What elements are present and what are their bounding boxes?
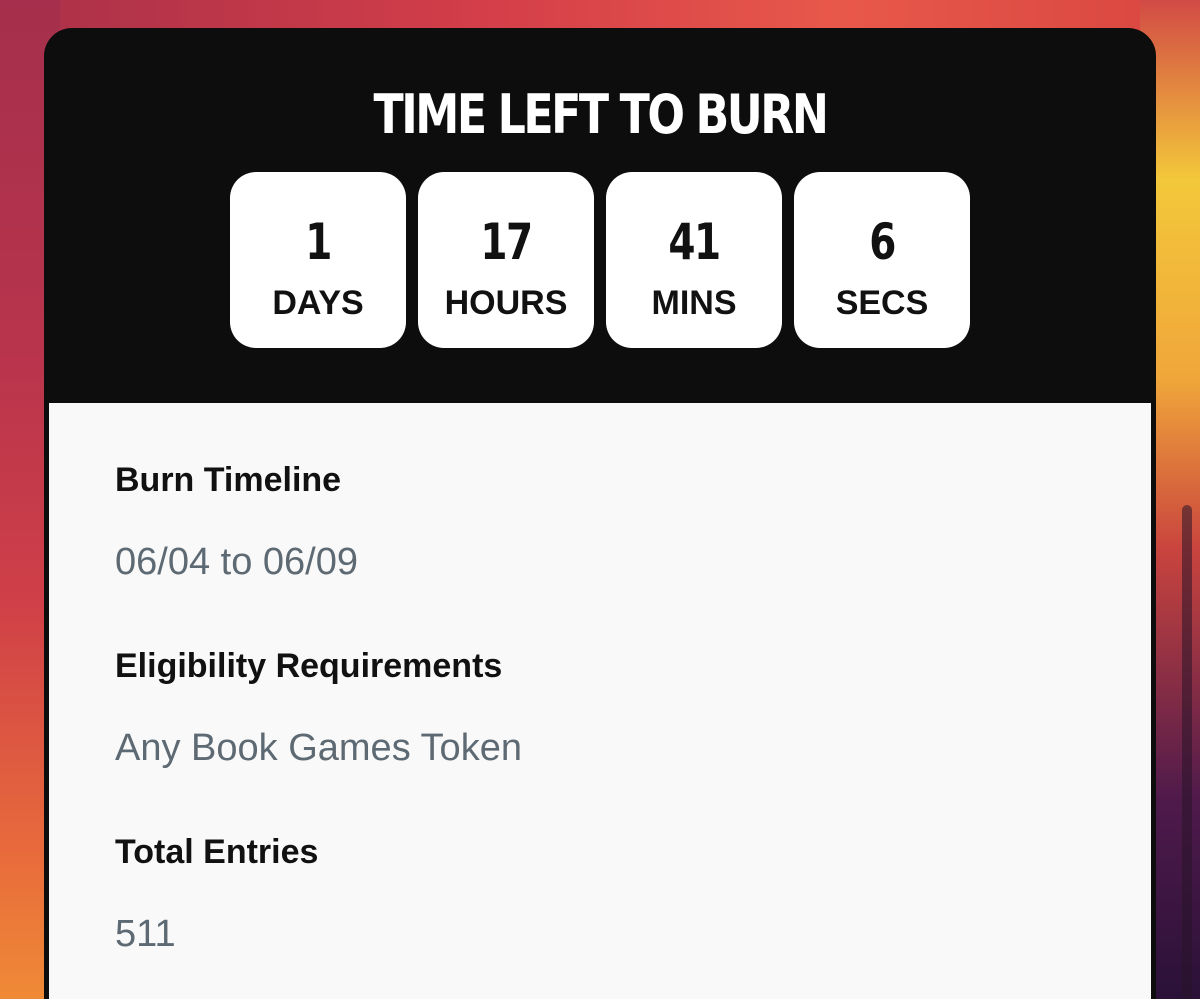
mins-label: MINS <box>651 284 737 322</box>
burn-details: Burn Timeline 06/04 to 06/09 Eligibility… <box>49 403 1151 999</box>
timeline-value: 06/04 to 06/09 <box>115 541 358 583</box>
countdown-secs: 6 SECS <box>794 172 970 348</box>
countdown-days: 1 DAYS <box>230 172 406 348</box>
entries-value: 511 <box>115 913 176 955</box>
hours-label: HOURS <box>444 284 568 322</box>
eligibility-label: Eligibility Requirements <box>115 647 503 685</box>
secs-label: SECS <box>835 284 929 322</box>
days-value: 1 <box>305 213 332 271</box>
countdown-title: TIME LEFT TO BURN <box>373 83 829 146</box>
page-scrollbar[interactable] <box>1182 505 1192 999</box>
mins-value: 41 <box>668 213 721 271</box>
countdown-timer: 1 DAYS 17 HOURS 41 MINS 6 SECS <box>230 172 970 348</box>
hours-value: 17 <box>480 213 533 271</box>
secs-value: 6 <box>869 213 896 271</box>
countdown-mins: 41 MINS <box>606 172 782 348</box>
days-label: DAYS <box>272 284 364 322</box>
burn-card: TIME LEFT TO BURN 1 DAYS 17 HOURS 41 MIN… <box>44 28 1156 999</box>
entries-label: Total Entries <box>115 833 319 871</box>
countdown-header: TIME LEFT TO BURN 1 DAYS 17 HOURS 41 MIN… <box>44 28 1156 403</box>
timeline-label: Burn Timeline <box>115 461 342 499</box>
countdown-hours: 17 HOURS <box>418 172 594 348</box>
eligibility-value: Any Book Games Token <box>115 727 522 769</box>
